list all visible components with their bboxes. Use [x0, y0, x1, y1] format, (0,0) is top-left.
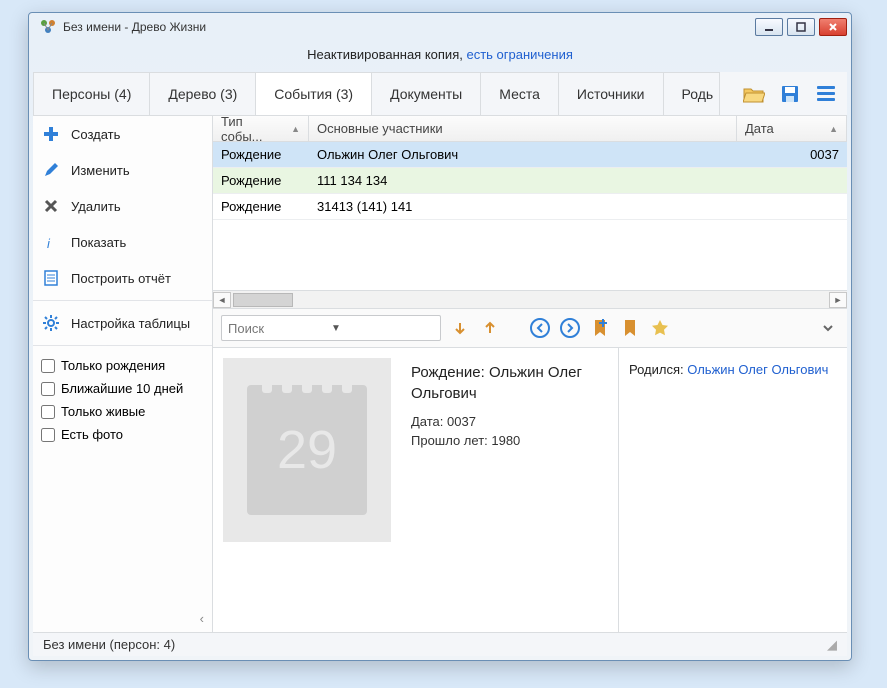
app-icon [39, 18, 57, 36]
bookmark-button[interactable] [619, 317, 641, 339]
filter-next-10-days[interactable]: Ближайшие 10 дней [41, 377, 204, 400]
show-label: Показать [71, 235, 126, 250]
report-button[interactable]: Построить отчёт [33, 260, 212, 296]
pencil-icon [41, 160, 61, 180]
delete-button[interactable]: Удалить [33, 188, 212, 224]
create-label: Создать [71, 127, 120, 142]
filter-photo-checkbox[interactable] [41, 428, 55, 442]
calendar-day: 29 [277, 419, 337, 481]
tab-places[interactable]: Места [480, 72, 559, 115]
show-button[interactable]: i Показать [33, 224, 212, 260]
tab-tree[interactable]: Дерево (3) [149, 72, 256, 115]
events-table: Тип собы...▲ Основные участники Дата▲ Ро… [213, 116, 847, 308]
favorite-button[interactable] [649, 317, 671, 339]
app-window: Без имени - Древо Жизни Неактивированная… [28, 12, 852, 661]
table-row[interactable]: Рождение 31413 (141) 141 [213, 194, 847, 220]
sidebar-separator [33, 300, 212, 301]
table-settings-label: Настройка таблицы [71, 316, 190, 331]
table-settings-button[interactable]: Настройка таблицы [33, 305, 212, 341]
dropdown-icon[interactable]: ▼ [331, 323, 434, 334]
move-down-button[interactable] [449, 317, 471, 339]
save-icon[interactable] [779, 83, 801, 105]
tab-documents[interactable]: Документы [371, 72, 481, 115]
filter-next10-checkbox[interactable] [41, 382, 55, 396]
detail-elapsed: Прошло лет: 1980 [411, 433, 608, 448]
gear-icon [41, 313, 61, 333]
col-header-date[interactable]: Дата▲ [737, 116, 847, 141]
calendar-icon: 29 [223, 358, 391, 542]
report-icon [41, 268, 61, 288]
bookmark-add-button[interactable] [589, 317, 611, 339]
horizontal-scrollbar[interactable]: ◄ ► [213, 290, 847, 308]
delete-icon [41, 196, 61, 216]
search-placeholder: Поиск [228, 321, 331, 336]
minimize-button[interactable] [755, 18, 783, 36]
sort-asc-icon: ▲ [291, 124, 300, 134]
titlebar[interactable]: Без имени - Древо Жизни [29, 13, 851, 41]
create-button[interactable]: Создать [33, 116, 212, 152]
detail-thumbnail: 29 [213, 348, 401, 632]
delete-label: Удалить [71, 199, 121, 214]
born-label: Родился: [629, 362, 687, 377]
tab-sources[interactable]: Источники [558, 72, 664, 115]
table-row[interactable]: Рождение 111 134 134 [213, 168, 847, 194]
window-title: Без имени - Древо Жизни [63, 20, 755, 34]
sidebar-collapse[interactable]: ‹ [33, 605, 212, 632]
tab-events[interactable]: События (3) [255, 72, 372, 115]
search-input[interactable]: Поиск ▼ [221, 315, 441, 341]
col-header-participants[interactable]: Основные участники [309, 116, 737, 141]
menu-button[interactable] [815, 83, 837, 105]
tab-persons[interactable]: Персоны (4) [33, 72, 150, 115]
nav-forward-button[interactable] [559, 317, 581, 339]
tab-relations[interactable]: Родь [663, 72, 721, 115]
detail-relations: Родился: Ольжин Олег Ольгович [619, 348, 847, 632]
hamburger-icon [817, 86, 835, 101]
expand-detail-button[interactable] [817, 317, 839, 339]
activation-notice: Неактивированная копия, есть ограничения [29, 41, 851, 72]
filter-has-photo[interactable]: Есть фото [41, 423, 204, 446]
notice-link[interactable]: есть ограничения [466, 47, 572, 62]
tabs-row: Персоны (4) Дерево (3) События (3) Докум… [33, 72, 847, 116]
resize-grip-icon[interactable]: ◢ [827, 637, 837, 653]
detail-date: Дата: 0037 [411, 414, 608, 429]
filter-alive-checkbox[interactable] [41, 405, 55, 419]
edit-label: Изменить [71, 163, 130, 178]
detail-toolbar: Поиск ▼ [213, 308, 847, 348]
scroll-thumb[interactable] [233, 293, 293, 307]
detail-info: Рождение: Ольжин Олег Ольгович Дата: 003… [401, 348, 619, 632]
nav-back-button[interactable] [529, 317, 551, 339]
status-text: Без имени (персон: 4) [43, 637, 175, 652]
sort-asc-icon: ▲ [829, 124, 838, 134]
open-file-icon[interactable] [743, 83, 765, 105]
status-bar: Без имени (персон: 4) ◢ [33, 632, 847, 656]
filter-only-births-checkbox[interactable] [41, 359, 55, 373]
move-up-button[interactable] [479, 317, 501, 339]
born-person-link[interactable]: Ольжин Олег Ольгович [687, 362, 828, 377]
filter-only-births[interactable]: Только рождения [41, 354, 204, 377]
filter-only-alive[interactable]: Только живые [41, 400, 204, 423]
detail-title: Рождение: Ольжин Олег Ольгович [411, 362, 608, 404]
scroll-right-icon[interactable]: ► [829, 292, 847, 308]
sidebar-separator-2 [33, 345, 212, 346]
info-icon: i [41, 232, 61, 252]
col-header-type[interactable]: Тип собы...▲ [213, 116, 309, 141]
close-button[interactable] [819, 18, 847, 36]
table-row[interactable]: Рождение Ольжин Олег Ольгович 0037 [213, 142, 847, 168]
scroll-left-icon[interactable]: ◄ [213, 292, 231, 308]
maximize-button[interactable] [787, 18, 815, 36]
sidebar: Создать Изменить Удалить i Показать Пост… [33, 116, 213, 632]
svg-text:i: i [47, 236, 51, 251]
notice-text: Неактивированная копия, [307, 47, 466, 62]
report-label: Построить отчёт [71, 271, 171, 286]
plus-icon [41, 124, 61, 144]
edit-button[interactable]: Изменить [33, 152, 212, 188]
